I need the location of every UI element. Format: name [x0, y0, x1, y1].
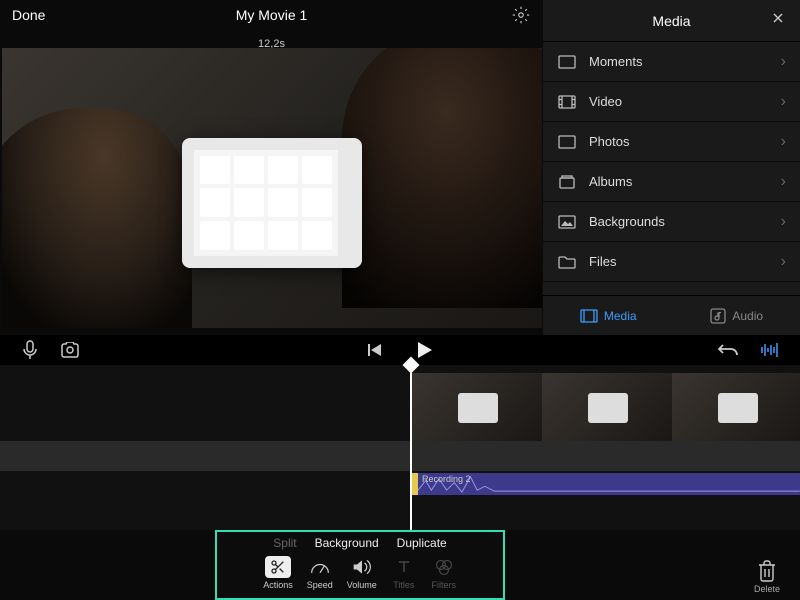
video-preview[interactable]: [0, 50, 543, 325]
delete-button[interactable]: Delete: [754, 560, 780, 594]
microphone-button[interactable]: [18, 338, 42, 362]
background-option[interactable]: Background: [315, 536, 379, 550]
scissors-icon: [270, 559, 286, 575]
tab-media-label: Media: [604, 309, 637, 323]
media-item-files[interactable]: Files ›: [543, 242, 800, 282]
chevron-right-icon: ›: [781, 173, 786, 191]
titles-icon: [396, 559, 412, 575]
tool-label: Titles: [393, 580, 414, 590]
microphone-icon: [22, 340, 38, 360]
media-item-moments[interactable]: Moments ›: [543, 42, 800, 82]
audio-tab-icon: [710, 308, 726, 324]
media-panel: Media Moments › Video › Photos ›: [543, 0, 800, 335]
video-clip-thumb[interactable]: [672, 373, 800, 441]
waveform-toggle-button[interactable]: [758, 338, 782, 362]
preview-area: Done My Movie 1 12,2s: [0, 0, 543, 335]
chevron-right-icon: ›: [781, 253, 786, 271]
transport-bar: [0, 335, 800, 365]
chevron-right-icon: ›: [781, 133, 786, 151]
camera-button[interactable]: [60, 338, 84, 362]
clip-actions-panel: Split Background Duplicate Actions Speed…: [215, 530, 505, 600]
volume-tool[interactable]: Volume: [347, 556, 377, 590]
media-item-label: Albums: [589, 174, 781, 189]
bottom-toolbar: Split Background Duplicate Actions Speed…: [0, 530, 800, 600]
gear-icon: [512, 6, 530, 24]
audio-clip-label: Recording 2: [422, 474, 471, 484]
play-icon: [417, 341, 433, 359]
media-item-label: Video: [589, 94, 781, 109]
chevron-right-icon: ›: [781, 213, 786, 231]
media-tab-icon: [580, 309, 598, 323]
actions-tool[interactable]: Actions: [263, 556, 293, 590]
media-item-label: Moments: [589, 54, 781, 69]
folder-icon: [557, 254, 577, 270]
duplicate-option[interactable]: Duplicate: [397, 536, 447, 550]
backgrounds-icon: [557, 214, 577, 230]
tab-audio[interactable]: Audio: [710, 308, 763, 324]
video-icon: [557, 94, 577, 110]
media-item-video[interactable]: Video ›: [543, 82, 800, 122]
video-clip-thumb[interactable]: [542, 373, 672, 441]
tool-label: Speed: [307, 580, 333, 590]
chevron-right-icon: ›: [781, 53, 786, 71]
done-button[interactable]: Done: [12, 7, 45, 23]
timeline[interactable]: Recording 2: [0, 365, 800, 530]
filters-tool: Filters: [431, 556, 457, 590]
media-item-label: Backgrounds: [589, 214, 781, 229]
photos-icon: [557, 134, 577, 150]
waveform-icon: [760, 342, 780, 358]
tab-media[interactable]: Media: [580, 309, 637, 323]
close-media-button[interactable]: [770, 10, 786, 31]
video-clip-thumb[interactable]: [412, 373, 542, 441]
media-item-label: Files: [589, 254, 781, 269]
close-icon: [770, 10, 786, 26]
media-item-albums[interactable]: Albums ›: [543, 162, 800, 202]
moments-icon: [557, 54, 577, 70]
chevron-right-icon: ›: [781, 93, 786, 111]
video-track[interactable]: [412, 373, 800, 441]
titles-tool: Titles: [391, 556, 417, 590]
media-item-label: Photos: [589, 134, 781, 149]
albums-icon: [557, 174, 577, 190]
tool-label: Volume: [347, 580, 377, 590]
delete-label: Delete: [754, 584, 780, 594]
settings-button[interactable]: [511, 5, 531, 25]
tool-label: Filters: [432, 580, 457, 590]
filters-icon: [435, 559, 453, 575]
audio-waveform-icon: [418, 473, 800, 494]
undo-icon: [718, 342, 738, 358]
playhead[interactable]: [410, 365, 412, 530]
tool-label: Actions: [263, 580, 293, 590]
undo-button[interactable]: [716, 338, 740, 362]
media-panel-title: Media: [652, 13, 690, 29]
skip-back-icon: [367, 343, 383, 357]
timeline-gap-track: [0, 441, 800, 471]
volume-icon: [352, 559, 372, 575]
audio-clip[interactable]: Recording 2: [412, 473, 800, 495]
project-title: My Movie 1: [236, 7, 308, 23]
split-option: Split: [273, 536, 296, 550]
media-item-photos[interactable]: Photos ›: [543, 122, 800, 162]
play-button[interactable]: [413, 338, 437, 362]
camera-icon: [61, 342, 83, 358]
media-item-backgrounds[interactable]: Backgrounds ›: [543, 202, 800, 242]
speedometer-icon: [310, 559, 330, 575]
trash-icon: [758, 560, 776, 582]
media-category-list: Moments › Video › Photos › Albums › Back…: [543, 42, 800, 295]
tab-audio-label: Audio: [732, 309, 763, 323]
skip-back-button[interactable]: [363, 338, 387, 362]
speed-tool[interactable]: Speed: [307, 556, 333, 590]
